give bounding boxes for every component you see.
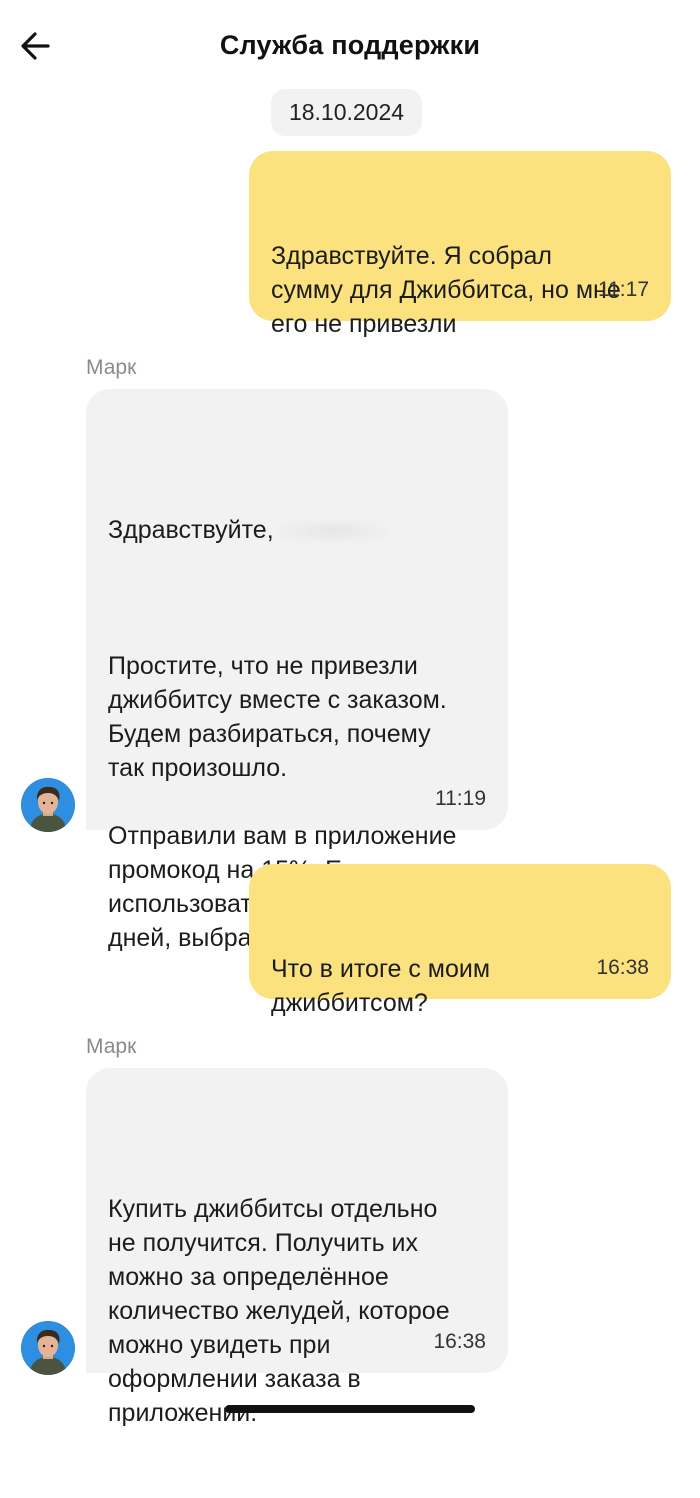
message-time: 16:38 xyxy=(596,956,649,979)
avatar[interactable] xyxy=(21,1321,75,1375)
sender-name: Марк xyxy=(86,356,137,379)
home-indicator[interactable] xyxy=(225,1405,475,1413)
greeting-text: Здравствуйте, xyxy=(108,516,274,544)
outgoing-message[interactable]: Что в итоге с моим джиббитсом? 16:38 xyxy=(249,864,671,1017)
outgoing-message[interactable]: Здравствуйте. Я собрал сумму для Джиббит… xyxy=(249,151,671,338)
message-time: 11:17 xyxy=(598,278,649,301)
sender-name: Марк xyxy=(86,1035,137,1058)
message-text: Здравствуйте. Я собрал сумму для Джиббит… xyxy=(271,242,621,338)
page-title: Служба поддержки xyxy=(219,30,481,60)
message-text: Купить джиббитсы отдельно не получится. … xyxy=(108,1195,450,1427)
avatar[interactable] xyxy=(21,778,75,832)
blurred-name xyxy=(277,519,388,544)
message-time: 11:19 xyxy=(435,787,486,810)
bubble-tail xyxy=(86,1349,110,1373)
message-text: Что в итоге с моим джиббитсом? xyxy=(271,955,491,1017)
header: Служба поддержки xyxy=(0,0,700,92)
message-greeting: Здравствуйте, xyxy=(108,513,486,547)
bubble-tail xyxy=(86,806,110,830)
message-time: 16:38 xyxy=(433,1330,486,1353)
date-separator: 18.10.2024 xyxy=(271,89,422,136)
incoming-message[interactable]: Купить джиббитсы отдельно не получится. … xyxy=(86,1068,508,1427)
incoming-message[interactable]: Здравствуйте, Простите, что не привезли … xyxy=(86,389,508,952)
support-agent-avatar-icon xyxy=(21,778,75,832)
support-agent-avatar-icon xyxy=(21,1321,75,1375)
